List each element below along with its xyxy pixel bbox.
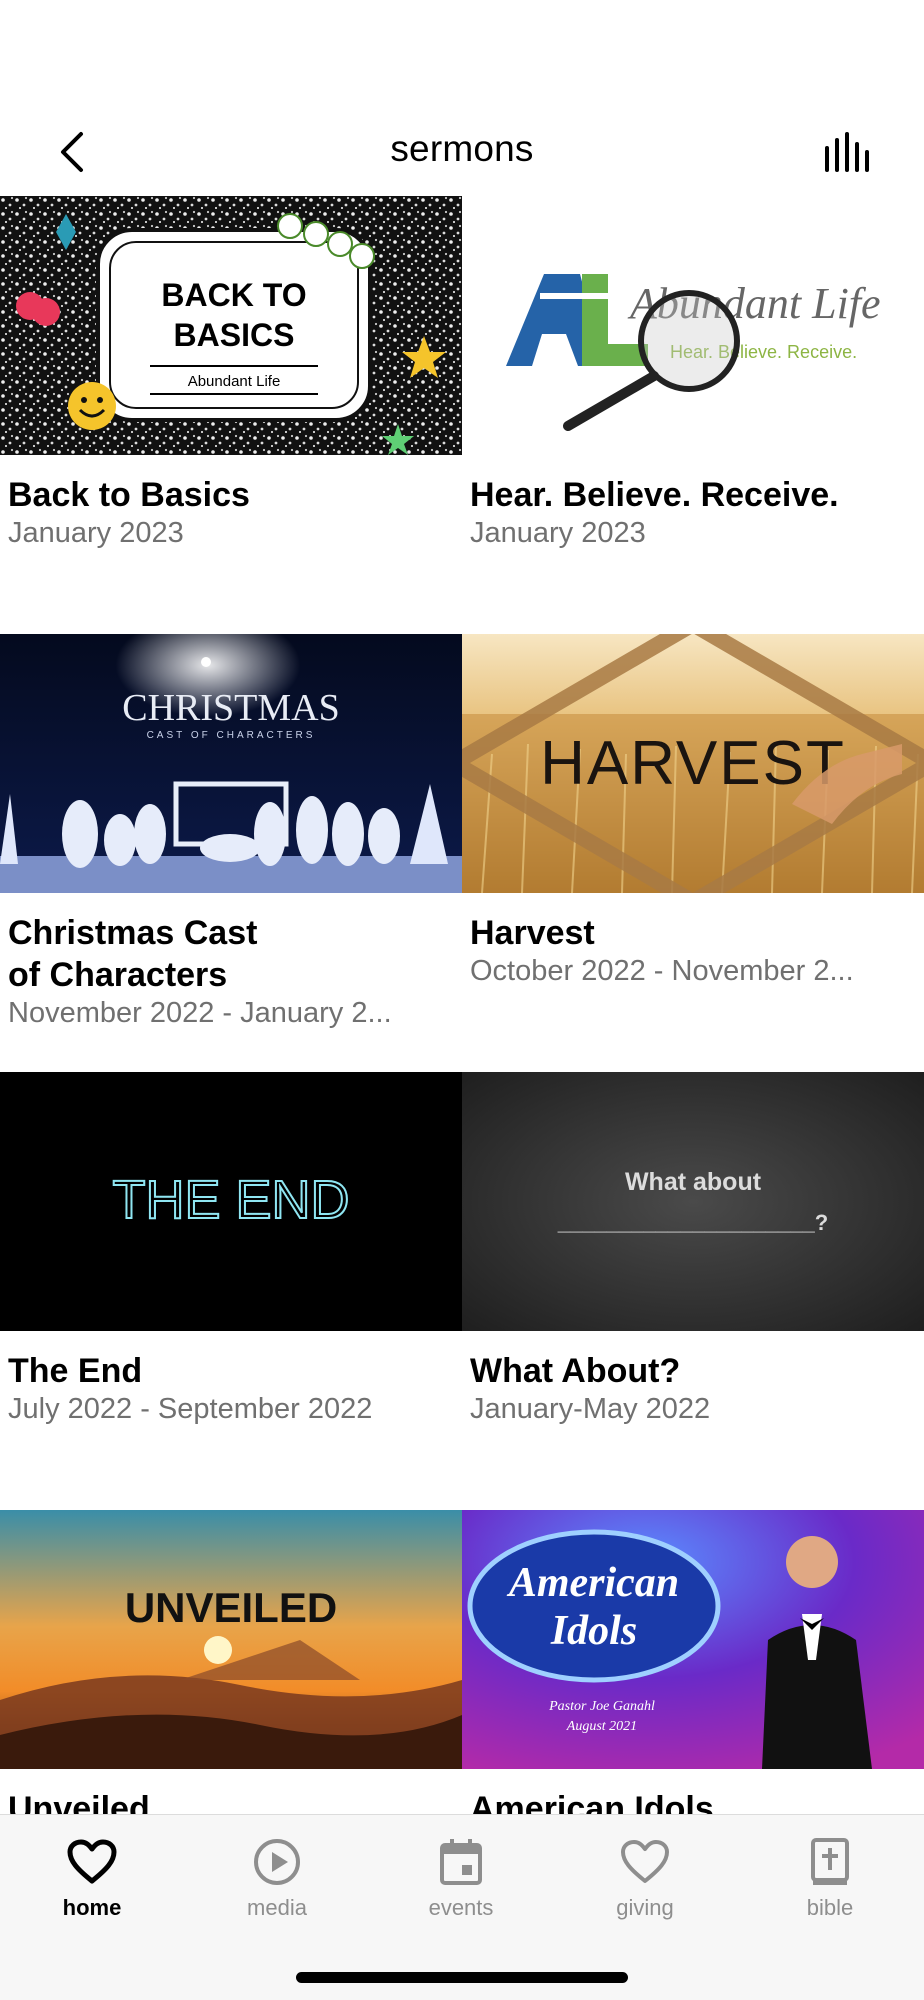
tab-label: media	[247, 1895, 307, 1920]
sermon-thumbnail: American Idols Pastor Joe Ganahl August …	[462, 1510, 924, 1769]
sermon-date: November 2022 - January 2...	[8, 997, 392, 1029]
sermon-thumbnail: THE END	[0, 1072, 462, 1331]
status-bar	[0, 0, 924, 110]
sermon-title: The End	[8, 1352, 143, 1390]
sermon-title: Back to Basics	[8, 476, 250, 514]
tab-label: giving	[616, 1895, 674, 1920]
sermon-date: July 2022 - September 2022	[8, 1393, 373, 1425]
sermon-thumbnail: BACK TO BASICS Abundant Life	[0, 196, 462, 455]
tab-label: home	[62, 1895, 122, 1920]
sermon-card-what-about[interactable]: What about _____________________? What A…	[462, 1072, 924, 1510]
top-nav-bar: sermons	[0, 110, 924, 196]
sermon-title: Hear. Believe. Receive.	[470, 476, 839, 514]
art-title: CHRISTMAS	[122, 687, 340, 729]
sermon-title: What About?	[470, 1352, 681, 1390]
sermon-card-american-idols[interactable]: American Idols Pastor Joe Ganahl August …	[462, 1510, 924, 1814]
sermon-card-christmas-cast[interactable]: CHRISTMAS CAST OF CHARACTERS Christmas C…	[0, 634, 462, 1072]
art-title: THE END	[112, 1170, 349, 1230]
tab-media[interactable]: media	[202, 1833, 352, 1943]
page-title: sermons	[390, 128, 534, 169]
sermon-title: Christmas Cast of Characters	[8, 912, 448, 996]
sermon-card-back-to-basics[interactable]: BACK TO BASICS Abundant Life Back to Bas…	[0, 196, 462, 634]
art-caption2: August 2021	[566, 1719, 637, 1734]
art-line1: BACK TO	[161, 277, 306, 313]
calendar-icon	[440, 1839, 482, 1885]
art-line2: Idols	[550, 1608, 637, 1654]
art-caption1: Pastor Joe Ganahl	[548, 1699, 655, 1714]
bible-icon	[811, 1838, 849, 1885]
sermon-date: January 2023	[8, 517, 184, 549]
sermon-thumbnail: HARVEST	[462, 634, 924, 893]
art-title: UNVEILED	[125, 1584, 337, 1631]
sermon-thumbnail: Abundant Life Hear. Believe. Receive.	[462, 196, 924, 455]
sermon-title-line2: of Characters	[8, 956, 228, 994]
heart-icon	[67, 1839, 117, 1884]
art-subtitle: Abundant Life	[188, 373, 281, 390]
sermon-thumbnail: What about _____________________?	[462, 1072, 924, 1331]
art-subtitle: CAST OF CHARACTERS	[147, 730, 316, 741]
sermon-title: Harvest	[470, 914, 595, 952]
sermon-card-unveiled[interactable]: UNVEILED Unveiled	[0, 1510, 462, 1814]
sermon-date: October 2022 - November 2...	[470, 955, 854, 987]
sermon-card-hear-believe-receive[interactable]: Abundant Life Hear. Believe. Receive. He…	[462, 196, 924, 634]
tab-label: events	[428, 1895, 494, 1920]
tab-events[interactable]: events	[386, 1833, 536, 1943]
home-indicator	[296, 1972, 628, 1983]
sermon-title: American Idols	[470, 1790, 714, 1814]
sermon-date: January 2023	[470, 517, 646, 549]
art-line2: _____________________?	[557, 1210, 828, 1235]
art-line2: BASICS	[174, 317, 295, 353]
sermon-thumbnail: UNVEILED	[0, 1510, 462, 1769]
art-line1: American	[506, 1560, 679, 1606]
sermon-card-harvest[interactable]: HARVEST Harvest October 2022 - November …	[462, 634, 924, 1072]
tab-label: bible	[806, 1895, 854, 1920]
tab-giving[interactable]: giving	[570, 1833, 720, 1943]
art-line1: What about	[625, 1168, 762, 1196]
audio-bars-icon	[825, 132, 869, 172]
sermon-title: Unveiled	[8, 1790, 150, 1814]
heart-outline-icon	[621, 1840, 669, 1883]
sermon-date: January-May 2022	[470, 1393, 711, 1425]
sermon-thumbnail: CHRISTMAS CAST OF CHARACTERS	[0, 634, 462, 893]
audio-button[interactable]	[820, 124, 880, 180]
tab-bible[interactable]: bible	[755, 1833, 905, 1943]
sermon-grid: BACK TO BASICS Abundant Life Back to Bas…	[0, 196, 924, 1814]
play-circle-icon	[254, 1839, 300, 1885]
art-title: HARVEST	[540, 729, 846, 798]
sermon-title-line1: Christmas Cast	[8, 914, 258, 952]
sermon-card-the-end[interactable]: THE END The End July 2022 - September 20…	[0, 1072, 462, 1510]
tab-home[interactable]: home	[17, 1833, 167, 1943]
